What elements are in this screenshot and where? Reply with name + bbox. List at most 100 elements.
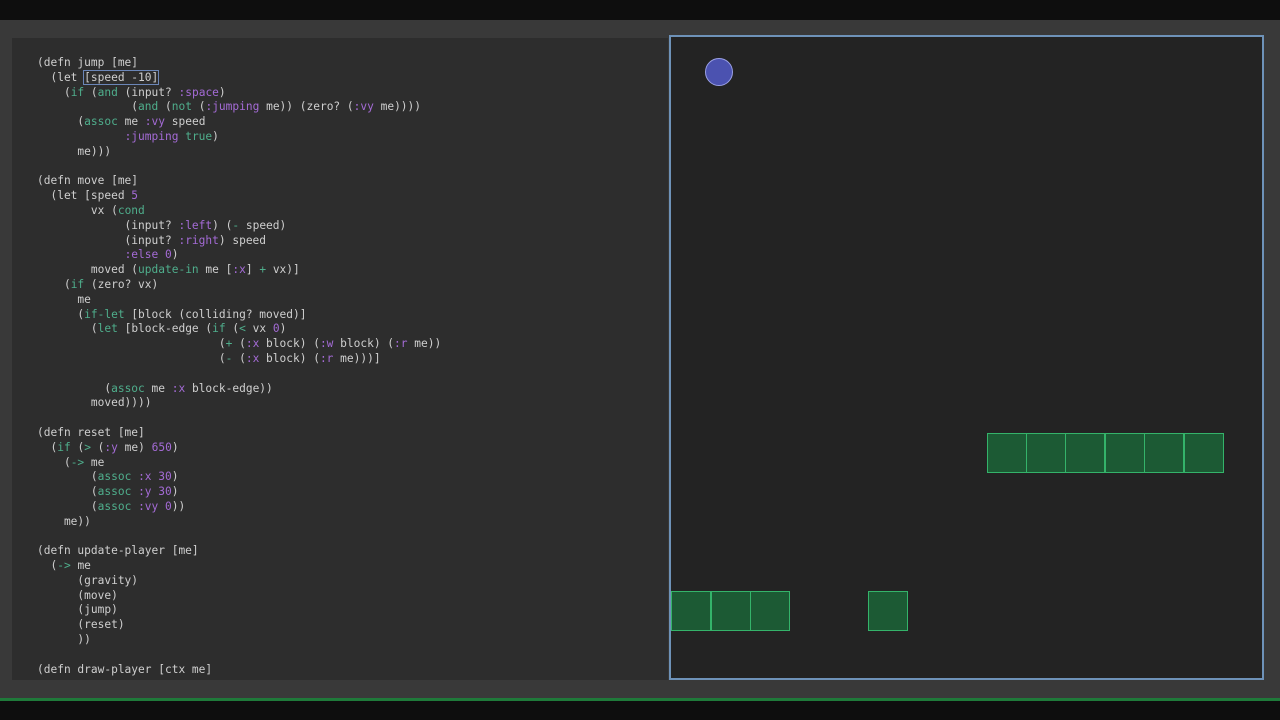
code-line[interactable]: (assoc :vy 0))	[37, 500, 185, 513]
code-token: )	[171, 485, 179, 499]
code-token: :x	[245, 337, 260, 351]
code-token: [block-edge (	[117, 322, 213, 336]
code-line[interactable]: (assoc me :vy speed	[37, 115, 205, 128]
code-line[interactable]: (reset)	[37, 618, 125, 632]
code-line[interactable]: ))	[37, 633, 90, 646]
code-line[interactable]: (defn reset [me]	[37, 426, 145, 439]
code-line[interactable]: (if (zero? vx)	[37, 278, 158, 291]
code-token: (defn draw-player [ctx me]	[37, 662, 213, 676]
code-line[interactable]: (let [block-edge (if (< vx 0)	[37, 322, 286, 335]
platform-block	[1105, 433, 1145, 473]
code-token: if	[212, 322, 226, 336]
code-line[interactable]: vx (cond	[37, 204, 145, 217]
code-line[interactable]: (assoc :y 30)	[37, 485, 179, 498]
code-token: let	[97, 322, 118, 336]
code-line[interactable]: (defn draw-player [ctx me]	[37, 663, 212, 676]
code-token: 650	[151, 440, 172, 454]
code-line[interactable]: moved))))	[37, 396, 152, 409]
code-token: (jump)	[37, 603, 118, 617]
code-line[interactable]: (assoc :x 30)	[37, 470, 179, 483]
code-token: assoc	[84, 115, 118, 129]
code-line[interactable]: (defn jump [me]	[37, 56, 138, 69]
code-line[interactable]: (assoc me :x block-edge))	[37, 381, 272, 395]
code-token: (let	[37, 70, 85, 84]
code-line[interactable]: moved (update-in me [:x] + vx)]	[37, 263, 300, 276]
code-line[interactable]: :else 0)	[37, 248, 179, 261]
code-token: (	[37, 499, 98, 513]
game-canvas[interactable]	[669, 35, 1264, 680]
code-token: (	[158, 100, 172, 114]
code-editor[interactable]: (defn jump [me] (let [speed -10] (if (an…	[12, 38, 668, 680]
code-token: :y	[104, 440, 118, 454]
code-token: block) (	[333, 337, 395, 351]
code-line[interactable]: (- (:x block) (:r me)))]	[37, 352, 381, 365]
code-token: :y	[138, 485, 152, 499]
code-token: and	[138, 100, 159, 114]
code-token: (	[225, 322, 240, 336]
code-line[interactable]: (+ (:x block) (:w block) (:r me))	[37, 337, 441, 350]
code-token: ) (	[212, 218, 233, 232]
code-line[interactable]: (and (not (:jumping me)) (zero? (:vy me)…	[37, 100, 421, 113]
code-token: me)))	[37, 144, 112, 158]
code-token: me	[84, 455, 105, 469]
code-line[interactable]: (defn update-player [me]	[37, 544, 199, 557]
platform-block	[1184, 433, 1224, 473]
code-token: (defn jump [me]	[37, 56, 139, 69]
code-line[interactable]: (-> me	[37, 559, 90, 572]
code-line[interactable]: (input? :left) (- speed)	[37, 218, 287, 232]
code-token: :x	[171, 381, 186, 395]
code-token: not	[171, 100, 192, 114]
code-token: 5	[131, 189, 139, 203]
code-token: block) (	[259, 351, 320, 365]
code-token: (	[191, 100, 206, 114]
code-line[interactable]: (if-let [block (colliding? moved)]	[37, 308, 306, 321]
code-line[interactable]: (move)	[37, 588, 118, 602]
code-line[interactable]: me)))	[37, 145, 111, 158]
code-token: (move)	[37, 588, 118, 602]
code-token: if-let	[84, 307, 125, 321]
code-token: (	[232, 337, 246, 351]
code-token: moved (	[37, 263, 139, 277]
code-token: (	[84, 85, 98, 99]
code-token: (input?	[117, 85, 179, 99]
code-line[interactable]: (-> me	[37, 456, 104, 469]
code-token: block) (	[259, 337, 320, 351]
code-token: :x	[245, 351, 260, 365]
code-line[interactable]: (jump)	[37, 603, 118, 617]
code-token: speed)	[239, 218, 287, 232]
code-token: :jumping	[124, 129, 179, 143]
code-line[interactable]: (gravity)	[37, 574, 138, 587]
code-line[interactable]: me	[37, 293, 90, 306]
code-text[interactable]: (defn jump [me] (let [speed -10] (if (an…	[37, 56, 441, 677]
code-token: :left	[178, 218, 213, 232]
code-line[interactable]: (let [speed -10]	[37, 69, 160, 85]
code-line[interactable]: (let [speed 5	[37, 189, 138, 202]
code-line[interactable]: (input? :right) speed	[37, 234, 266, 247]
code-token: if	[57, 440, 71, 454]
code-token: me)))]	[333, 351, 381, 365]
code-line[interactable]: (defn move [me]	[37, 174, 138, 187]
code-token: (	[37, 85, 71, 99]
code-token: 30	[158, 470, 172, 484]
code-token: vx)]	[266, 263, 300, 277]
code-token: (	[37, 322, 98, 336]
code-token: (let [speed	[37, 189, 132, 203]
code-token: (defn update-player [me]	[37, 544, 199, 558]
code-token: (reset)	[37, 618, 125, 632]
code-token: me))))	[373, 100, 422, 114]
code-token: (	[37, 470, 98, 484]
code-token: [speed -10]	[83, 69, 160, 85]
code-token: :r	[319, 351, 334, 365]
code-token: )	[212, 129, 219, 143]
code-token: (	[37, 455, 71, 469]
code-line[interactable]: (if (> (:y me) 650)	[37, 440, 178, 454]
code-token: 0	[165, 499, 172, 513]
ground-block	[868, 591, 908, 631]
code-line[interactable]: :jumping true)	[37, 130, 219, 143]
code-token: vx	[245, 322, 273, 336]
code-line[interactable]: (if (and (input? :space)	[37, 86, 226, 99]
code-line[interactable]: me))	[37, 515, 91, 528]
code-token: true	[185, 129, 213, 143]
